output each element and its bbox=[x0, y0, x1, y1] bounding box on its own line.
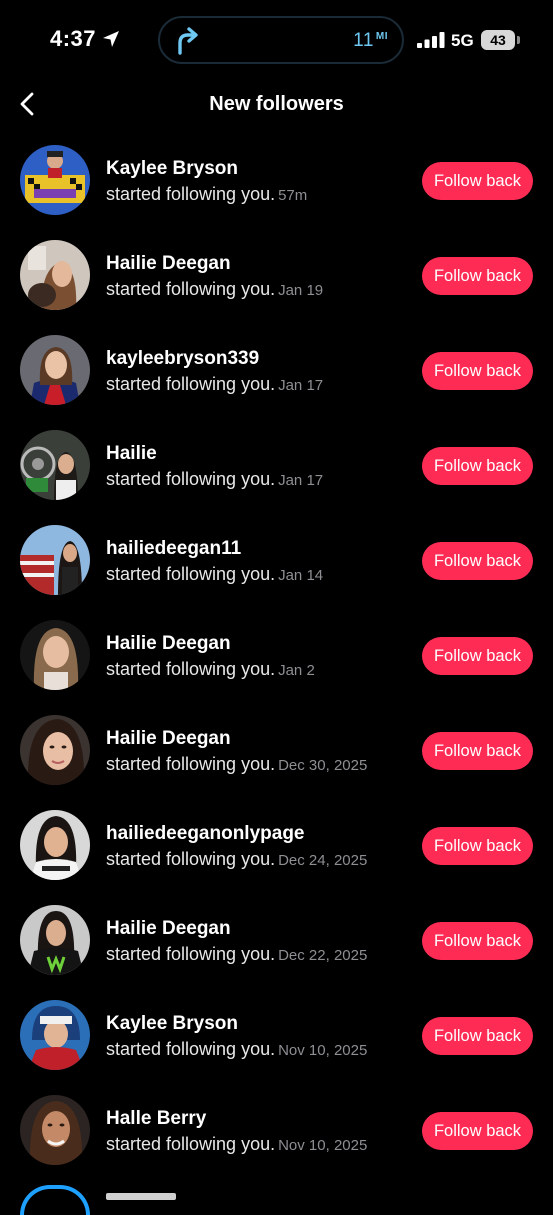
follower-name[interactable]: Hailie Deegan bbox=[106, 253, 231, 275]
status-time: 4:37 bbox=[50, 26, 97, 51]
follow-back-button[interactable]: Follow back bbox=[422, 542, 533, 580]
avatar[interactable] bbox=[20, 1185, 90, 1215]
activity-text: started following you. bbox=[106, 944, 276, 964]
follow-back-button[interactable]: Follow back bbox=[422, 162, 533, 200]
follower-activity: started following you. Dec 30, 2025 bbox=[106, 754, 367, 775]
follower-name[interactable]: Hailie bbox=[106, 443, 157, 465]
follower-row[interactable]: hailiedeegan11 started following you. Jan… bbox=[0, 508, 553, 603]
avatar[interactable] bbox=[20, 525, 90, 595]
follow-back-button[interactable]: Follow back bbox=[422, 352, 533, 390]
activity-timestamp: Jan 2 bbox=[278, 662, 315, 679]
page-title: New followers bbox=[209, 93, 344, 115]
follower-name[interactable]: Hailie Deegan bbox=[106, 633, 231, 655]
turn-right-arrow-icon bbox=[178, 27, 198, 55]
activity-text: started following you. bbox=[106, 659, 276, 679]
dynamic-island-navigation[interactable]: 11 MI bbox=[158, 16, 404, 64]
activity-text: started following you. bbox=[106, 1134, 276, 1154]
activity-text: started following you. bbox=[106, 469, 276, 489]
follower-row[interactable]: Hailie started following you. Jan 17 Foll… bbox=[0, 413, 553, 508]
follower-activity: started following you. Jan 17 bbox=[106, 469, 323, 490]
avatar[interactable] bbox=[20, 240, 90, 310]
follower-activity: started following you. Jan 14 bbox=[106, 564, 323, 585]
avatar[interactable] bbox=[20, 905, 90, 975]
cellular-signal-icon bbox=[417, 32, 445, 48]
follower-row[interactable]: Hailie Deegan started following you. Dec … bbox=[0, 698, 553, 793]
avatar[interactable] bbox=[20, 715, 90, 785]
activity-text: started following you. bbox=[106, 279, 276, 299]
activity-timestamp: Jan 17 bbox=[278, 377, 324, 394]
activity-text: started following you. bbox=[106, 849, 276, 869]
follower-name[interactable]: hailiedeegan11 bbox=[106, 538, 241, 560]
nav-distance-unit: MI bbox=[375, 31, 388, 42]
follower-activity: started following you. Dec 22, 2025 bbox=[106, 944, 367, 965]
activity-text: started following you. bbox=[106, 1039, 276, 1059]
network-type: 5G bbox=[451, 31, 474, 50]
follower-row[interactable]: Hailie Deegan started following you. Jan … bbox=[0, 223, 553, 318]
follower-activity: started following you. Nov 10, 2025 bbox=[106, 1039, 367, 1060]
nav-distance: 11 MI bbox=[353, 30, 388, 52]
activity-timestamp: Jan 14 bbox=[278, 567, 324, 584]
battery-icon: 43 bbox=[481, 30, 515, 50]
follower-name[interactable]: hailiedeeganonlypage bbox=[106, 823, 305, 845]
follow-back-button[interactable]: Follow back bbox=[422, 257, 533, 295]
follow-back-button[interactable]: Follow back bbox=[422, 922, 533, 960]
follower-activity: started following you. 57m bbox=[106, 184, 307, 205]
follow-back-button[interactable]: Follow back bbox=[422, 447, 533, 485]
follower-activity: started following you. Jan 17 bbox=[106, 374, 323, 395]
follow-back-button[interactable]: Follow back bbox=[422, 1112, 533, 1150]
activity-text: started following you. bbox=[106, 374, 276, 394]
battery-level: 43 bbox=[490, 32, 506, 48]
avatar[interactable] bbox=[20, 1095, 90, 1165]
follow-back-button[interactable]: Follow back bbox=[422, 732, 533, 770]
follower-name[interactable]: kayleebryson339 bbox=[106, 348, 259, 370]
avatar[interactable] bbox=[20, 335, 90, 405]
follower-row[interactable]: Kaylee Bryson started following you. Nov … bbox=[0, 983, 553, 1078]
activity-timestamp: Nov 10, 2025 bbox=[278, 1042, 368, 1059]
avatar[interactable] bbox=[20, 620, 90, 690]
avatar[interactable] bbox=[20, 1000, 90, 1070]
battery-terminal bbox=[517, 36, 520, 44]
follower-name-cropped bbox=[106, 1193, 176, 1200]
follower-row[interactable]: hailiedeeganonlypage started following y… bbox=[0, 793, 553, 888]
activity-text: started following you. bbox=[106, 754, 276, 774]
activity-timestamp: Jan 19 bbox=[278, 282, 324, 299]
activity-timestamp: Dec 22, 2025 bbox=[278, 947, 368, 964]
activity-timestamp: Dec 24, 2025 bbox=[278, 852, 368, 869]
activity-timestamp: Nov 10, 2025 bbox=[278, 1137, 368, 1154]
follower-name[interactable]: Kaylee Bryson bbox=[106, 1013, 238, 1035]
activity-timestamp: Jan 17 bbox=[278, 472, 324, 489]
follower-row[interactable]: Halle Berry started following you. Nov 10… bbox=[0, 1078, 553, 1173]
follow-back-button[interactable]: Follow back bbox=[422, 1017, 533, 1055]
follower-row[interactable]: kayleebryson339 started following you. Ja… bbox=[0, 318, 553, 413]
avatar[interactable] bbox=[20, 145, 90, 215]
follower-activity: started following you. Nov 10, 2025 bbox=[106, 1134, 367, 1155]
follower-row[interactable]: Hailie Deegan started following you. Jan … bbox=[0, 603, 553, 698]
activity-text: started following you. bbox=[106, 564, 276, 584]
avatar[interactable] bbox=[20, 430, 90, 500]
follower-name[interactable]: Kaylee Bryson bbox=[106, 158, 238, 180]
follow-back-button[interactable]: Follow back bbox=[422, 637, 533, 675]
follower-activity: started following you. Dec 24, 2025 bbox=[106, 849, 367, 870]
status-bar: 4:37 11 MI 5G 43 bbox=[0, 0, 553, 82]
location-arrow-icon bbox=[103, 31, 119, 47]
avatar[interactable] bbox=[20, 810, 90, 880]
follower-row[interactable]: Hailie Deegan started following you. Dec … bbox=[0, 888, 553, 983]
follower-activity: started following you. Jan 19 bbox=[106, 279, 323, 300]
activity-timestamp: 57m bbox=[278, 187, 308, 204]
activity-timestamp: Dec 30, 2025 bbox=[278, 757, 368, 774]
follower-name[interactable]: Halle Berry bbox=[106, 1108, 206, 1130]
follow-back-button[interactable]: Follow back bbox=[422, 827, 533, 865]
follower-name[interactable]: Hailie Deegan bbox=[106, 918, 231, 940]
nav-distance-value: 11 bbox=[353, 30, 374, 51]
page-header: New followers bbox=[0, 82, 553, 128]
follower-activity: started following you. Jan 2 bbox=[106, 659, 315, 680]
follower-row[interactable]: Kaylee Bryson started following you. 57m … bbox=[0, 128, 553, 223]
follower-name[interactable]: Hailie Deegan bbox=[106, 728, 231, 750]
activity-text: started following you. bbox=[106, 184, 276, 204]
